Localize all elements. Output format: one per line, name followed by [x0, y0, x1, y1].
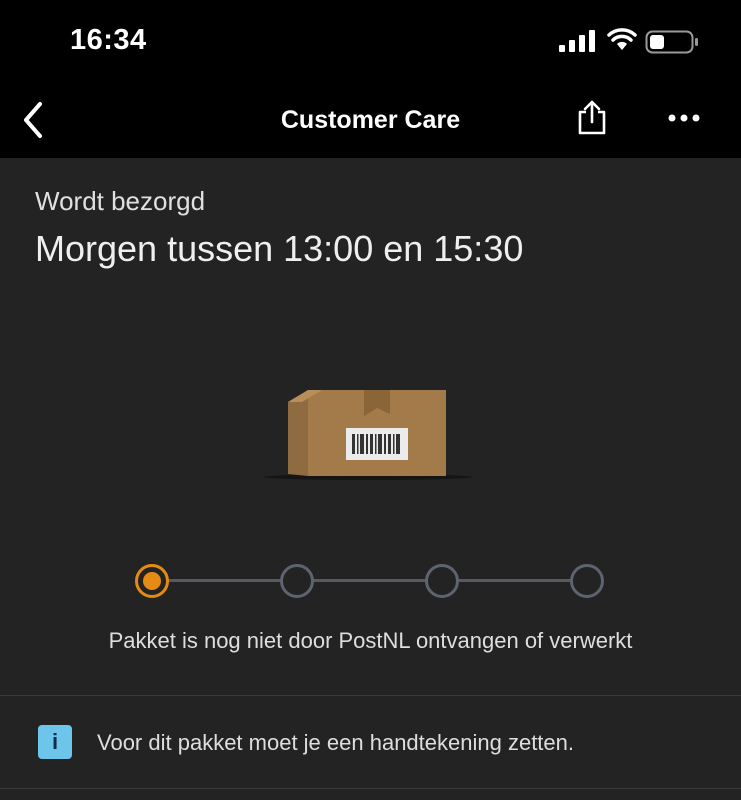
delivery-panel: Wordt bezorgd Morgen tussen 13:00 en 15:… — [0, 158, 741, 800]
divider — [0, 695, 741, 696]
share-icon[interactable] — [574, 100, 610, 136]
progress-message: Pakket is nog niet door PostNL ontvangen… — [108, 628, 633, 653]
status-time: 16:34 — [70, 24, 147, 56]
delivery-status-label: Wordt bezorgd — [35, 186, 206, 216]
progress-step-2 — [280, 564, 314, 598]
status-bar: 16:34 — [0, 0, 741, 80]
signature-notice: Voor dit pakket moet je een handtekening… — [97, 730, 574, 755]
progress-step-1 — [135, 564, 169, 598]
progress-step-3 — [425, 564, 459, 598]
signal-icon — [559, 30, 595, 52]
wifi-icon — [607, 28, 637, 50]
package-icon — [264, 390, 472, 480]
info-icon: i — [38, 725, 72, 759]
progress-step-4 — [570, 564, 604, 598]
page-title: Customer Care — [280, 106, 461, 134]
divider — [0, 788, 741, 789]
nav-bar: Customer Care — [0, 80, 741, 158]
progress-track — [152, 579, 588, 582]
battery-icon — [645, 30, 698, 54]
delivery-window: Morgen tussen 13:00 en 15:30 — [35, 228, 524, 269]
more-icon[interactable] — [664, 108, 704, 128]
